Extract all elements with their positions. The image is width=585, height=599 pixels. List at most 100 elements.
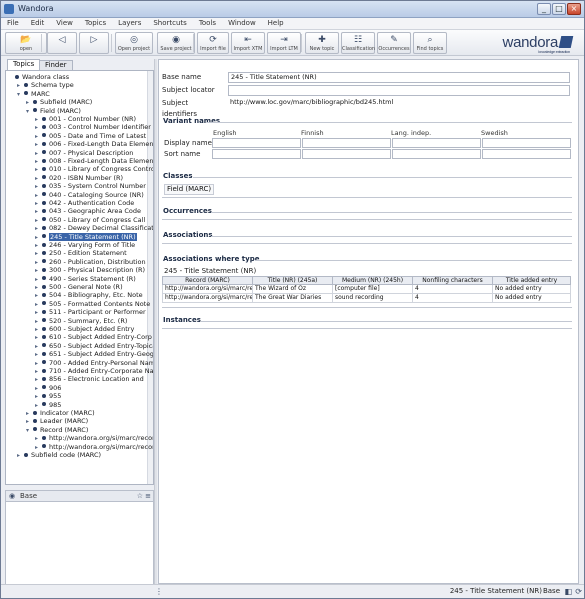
topic-tree[interactable]: Wandora class ▸ Schema type ▾ MARC ▸ Subfield … xyxy=(5,70,154,485)
variant-name-cell[interactable] xyxy=(482,149,571,159)
collapse-icon[interactable]: ▾ xyxy=(26,426,32,435)
tab-finder[interactable]: Finder xyxy=(39,60,73,70)
tab-topics[interactable]: Topics xyxy=(7,59,41,70)
tree-node-label: 010 - Library of Congress Control xyxy=(49,165,154,174)
topic-node-icon xyxy=(42,242,46,247)
tree-node-label: 490 - Series Statement (R) xyxy=(49,274,136,283)
class-item[interactable]: Field (MARC) xyxy=(164,184,215,195)
assoc-column-header[interactable]: Record (MARC) xyxy=(162,276,253,285)
pin-icon[interactable]: ◧ xyxy=(564,587,572,596)
minimize-button[interactable]: _ xyxy=(537,3,551,15)
topic-node-icon xyxy=(33,418,37,423)
expand-icon[interactable]: ▸ xyxy=(17,451,23,460)
associations-table[interactable]: Record (MARC) Title (NR) (245a) Medium (NR… xyxy=(162,276,571,303)
collapse-icon[interactable]: ▾ xyxy=(26,107,32,116)
variant-name-cell[interactable] xyxy=(302,149,391,159)
split-divider[interactable] xyxy=(154,59,157,589)
toolbar-button-label: Occurrences xyxy=(378,46,410,52)
menu-view[interactable]: View xyxy=(50,18,79,27)
variant-name-cell[interactable] xyxy=(392,149,481,159)
table-row[interactable]: http://wandora.org/si/marc/record/2The G… xyxy=(162,293,571,303)
star-icon[interactable]: ☆ xyxy=(137,492,143,500)
topic-node-icon xyxy=(42,393,46,398)
table-cell[interactable]: http://wandora.org/si/marc/record/1 xyxy=(162,284,253,294)
refresh-icon[interactable]: ⟳ xyxy=(575,587,582,596)
topic-node-icon xyxy=(42,326,46,331)
assoc-column-header[interactable]: Title (NR) (245a) xyxy=(252,276,333,285)
topic-node-icon xyxy=(24,91,28,96)
occurrences-button[interactable]: ✎ Occurrences xyxy=(377,32,411,54)
menu-file[interactable]: File xyxy=(1,18,25,27)
collapse-icon[interactable]: ▾ xyxy=(17,90,23,99)
toolbar-button-label: Open project xyxy=(117,46,151,52)
save-project-button[interactable]: ◉ Save project xyxy=(157,32,195,54)
table-cell[interactable]: 4 xyxy=(412,293,493,303)
menu-shortcuts[interactable]: Shortcuts xyxy=(147,18,192,27)
menu-tools[interactable]: Tools xyxy=(193,18,222,27)
menu-help[interactable]: Help xyxy=(262,18,290,27)
table-cell[interactable]: No added entry xyxy=(492,284,571,294)
forward-button[interactable]: ▷ xyxy=(79,32,109,54)
variant-name-cell[interactable] xyxy=(212,138,301,148)
import-file-button[interactable]: ⟳ Import file xyxy=(197,32,229,54)
new-topic-button[interactable]: ✚ New topic xyxy=(305,32,339,54)
eye-icon[interactable]: ◉ xyxy=(9,492,15,500)
toolbar-button-label: Import XTM xyxy=(233,46,263,52)
tree-node-label: 260 - Publication, Distribution xyxy=(49,257,146,266)
assoc-column-header[interactable]: Medium (NR) (245h) xyxy=(332,276,413,285)
variant-name-cell[interactable] xyxy=(302,138,391,148)
close-button[interactable]: × xyxy=(567,3,581,15)
variant-name-cell[interactable] xyxy=(212,149,301,159)
table-cell[interactable]: The Wizard of Oz xyxy=(252,284,333,294)
bars-icon[interactable]: ≡ xyxy=(145,492,151,500)
topic-node-icon xyxy=(42,334,46,339)
menu-topics[interactable]: Topics xyxy=(79,18,112,27)
back-button[interactable]: ◁ xyxy=(47,32,77,54)
tree-node-label: http://wandora.org/si/marc/record/2 xyxy=(49,442,154,451)
import-ltm-button[interactable]: ⇥ Import LTM xyxy=(267,32,301,54)
open-project-button[interactable]: ◎ Open project xyxy=(115,32,153,54)
menu-window[interactable]: Window xyxy=(222,18,262,27)
variant-name-cell[interactable] xyxy=(392,138,481,148)
section-line xyxy=(162,197,572,198)
find-topics-button[interactable]: ⌕ Find topics xyxy=(413,32,447,54)
association-type-title[interactable]: 245 - Title Statement (NR) xyxy=(164,267,256,275)
topic-node-icon xyxy=(42,250,46,255)
variant-name-cell[interactable] xyxy=(482,138,571,148)
table-cell[interactable]: 4 xyxy=(412,284,493,294)
tree-node-label: 650 - Subject Added Entry-Topical xyxy=(49,341,154,350)
logo-mark-icon xyxy=(558,36,574,48)
layer-name[interactable]: Base xyxy=(20,492,37,500)
table-cell[interactable]: No added entry xyxy=(492,293,571,303)
status-language[interactable]: Base xyxy=(543,587,560,595)
table-row[interactable]: http://wandora.org/si/marc/record/1The W… xyxy=(162,284,571,294)
subject-locator-field[interactable] xyxy=(228,85,570,96)
tree-node-label: Wandora class xyxy=(22,73,70,81)
menu-layers[interactable]: Layers xyxy=(112,18,147,27)
tree-node-label: 043 - Geographic Area Code xyxy=(49,207,142,216)
table-cell[interactable]: http://wandora.org/si/marc/record/2 xyxy=(162,293,253,303)
variant-col-english: English xyxy=(213,129,237,137)
assoc-column-header[interactable]: Nonfiling characters xyxy=(412,276,493,285)
topic-node-icon xyxy=(33,427,37,432)
import-xtm-button[interactable]: ⇤ Import XTM xyxy=(231,32,265,54)
menu-edit[interactable]: Edit xyxy=(25,18,51,27)
tree-horizontal-scrollbar[interactable] xyxy=(6,484,153,485)
tree-vertical-scrollbar[interactable] xyxy=(147,71,153,484)
maximize-button[interactable]: □ xyxy=(552,3,566,15)
assoc-column-header[interactable]: Title added entry xyxy=(492,276,571,285)
tree-node[interactable]: ▸ Subfield code (MARC) xyxy=(17,451,101,460)
tree-node-label: Record (MARC) xyxy=(40,425,89,434)
topic-node-icon xyxy=(42,309,46,314)
tree-node-label: 300 - Physical Description (R) xyxy=(49,266,146,275)
topic-node-icon xyxy=(33,99,37,104)
topic-node-icon xyxy=(33,410,37,415)
base-name-field[interactable]: 245 - Title Statement (NR) xyxy=(228,72,570,83)
tree-node-label: 001 - Control Number (NR) xyxy=(49,115,137,123)
table-cell[interactable]: sound recording xyxy=(332,293,413,303)
classification-button[interactable]: ☷ Classification xyxy=(341,32,375,54)
section-line xyxy=(255,260,572,261)
table-cell[interactable]: [computer file] xyxy=(332,284,413,294)
subject-identifier-value[interactable]: http://www.loc.gov/marc/bibliographic/bd… xyxy=(228,98,570,109)
table-cell[interactable]: The Great War Diaries xyxy=(252,293,333,303)
